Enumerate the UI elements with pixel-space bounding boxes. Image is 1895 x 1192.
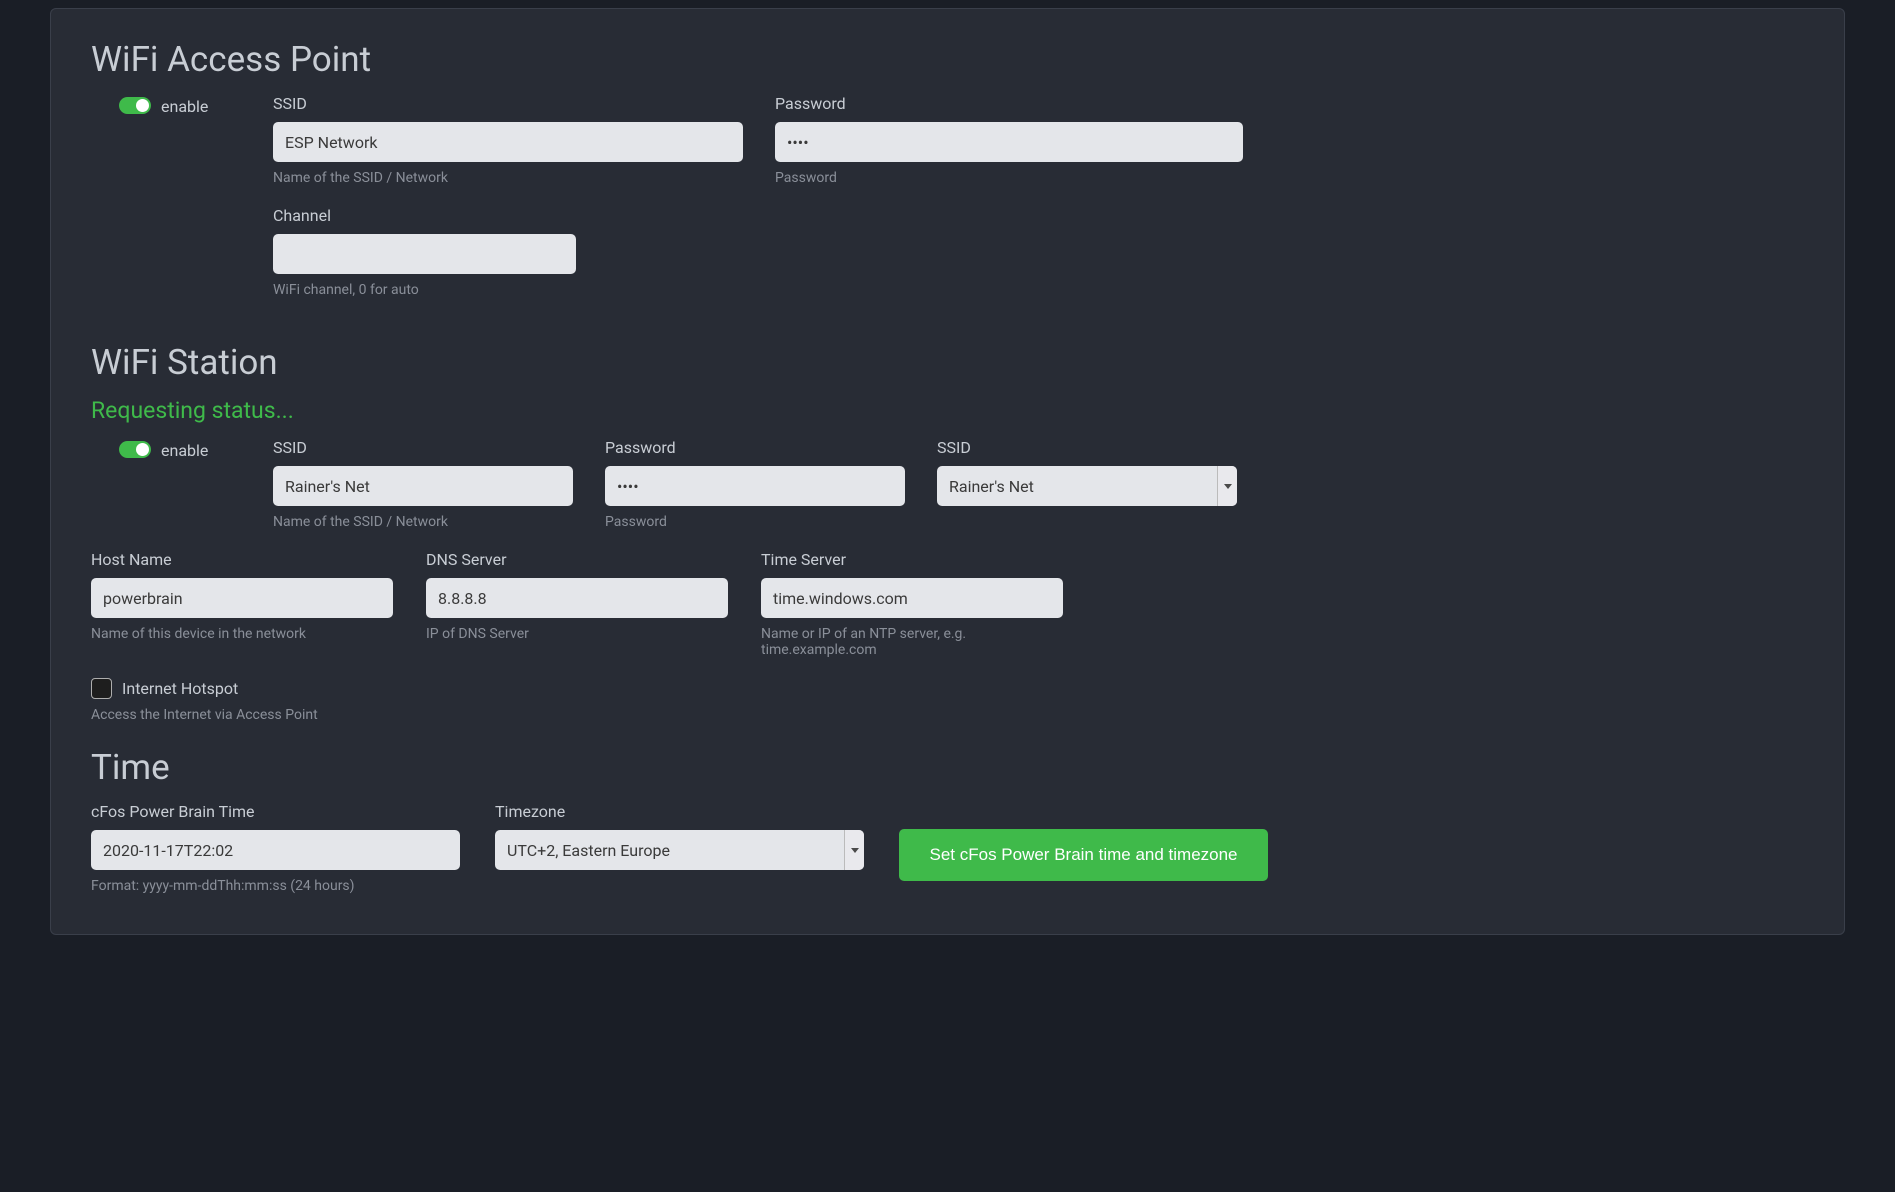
wifi-station-password-help: Password (605, 514, 905, 530)
wifi-station-heading: WiFi Station (91, 342, 1804, 383)
wifi-ap-channel-input[interactable] (273, 234, 576, 274)
config-panel: WiFi Access Point enable SSID Name of th… (50, 8, 1845, 935)
wifi-station-password-label: Password (605, 438, 905, 457)
dns-server-help: IP of DNS Server (426, 626, 728, 642)
wifi-ap-ssid-input[interactable] (273, 122, 743, 162)
internet-hotspot-help: Access the Internet via Access Point (91, 707, 1804, 723)
wifi-station-ssid-select-label: SSID (937, 438, 1237, 457)
wifi-ap-password-input[interactable] (775, 122, 1243, 162)
time-datetime-label: cFos Power Brain Time (91, 802, 460, 821)
wifi-station-enable-toggle[interactable] (119, 441, 151, 458)
time-heading: Time (91, 747, 1804, 788)
timezone-label: Timezone (495, 802, 864, 821)
set-time-button[interactable]: Set cFos Power Brain time and timezone (899, 829, 1268, 881)
wifi-ap-enable-label: enable (161, 97, 208, 116)
time-server-label: Time Server (761, 550, 1063, 569)
dns-server-label: DNS Server (426, 550, 728, 569)
wifi-ap-ssid-label: SSID (273, 94, 743, 113)
time-datetime-help: Format: yyyy-mm-ddThh:mm:ss (24 hours) (91, 878, 460, 894)
internet-hotspot-checkbox[interactable] (91, 678, 112, 699)
wifi-station-password-input[interactable] (605, 466, 905, 506)
host-name-label: Host Name (91, 550, 393, 569)
wifi-station-status: Requesting status... (91, 397, 1804, 424)
wifi-ap-channel-help: WiFi channel, 0 for auto (273, 282, 576, 298)
time-datetime-input[interactable] (91, 830, 460, 870)
wifi-station-ssid-select[interactable]: Rainer's Net (937, 466, 1237, 506)
wifi-station-ssid-help: Name of the SSID / Network (273, 514, 573, 530)
wifi-ap-channel-label: Channel (273, 206, 576, 225)
wifi-station-enable-label: enable (161, 441, 208, 460)
wifi-station-ssid-input[interactable] (273, 466, 573, 506)
wifi-station-ssid-label: SSID (273, 438, 573, 457)
host-name-help: Name of this device in the network (91, 626, 393, 642)
dns-server-input[interactable] (426, 578, 728, 618)
time-server-input[interactable] (761, 578, 1063, 618)
wifi-ap-heading: WiFi Access Point (91, 39, 1804, 80)
time-server-help: Name or IP of an NTP server, e.g. time.e… (761, 626, 1063, 658)
host-name-input[interactable] (91, 578, 393, 618)
wifi-ap-ssid-help: Name of the SSID / Network (273, 170, 743, 186)
wifi-ap-password-label: Password (775, 94, 1243, 113)
internet-hotspot-label: Internet Hotspot (122, 679, 238, 698)
wifi-ap-password-help: Password (775, 170, 1243, 186)
timezone-select[interactable]: UTC+2, Eastern Europe (495, 830, 864, 870)
wifi-ap-enable-toggle[interactable] (119, 97, 151, 114)
